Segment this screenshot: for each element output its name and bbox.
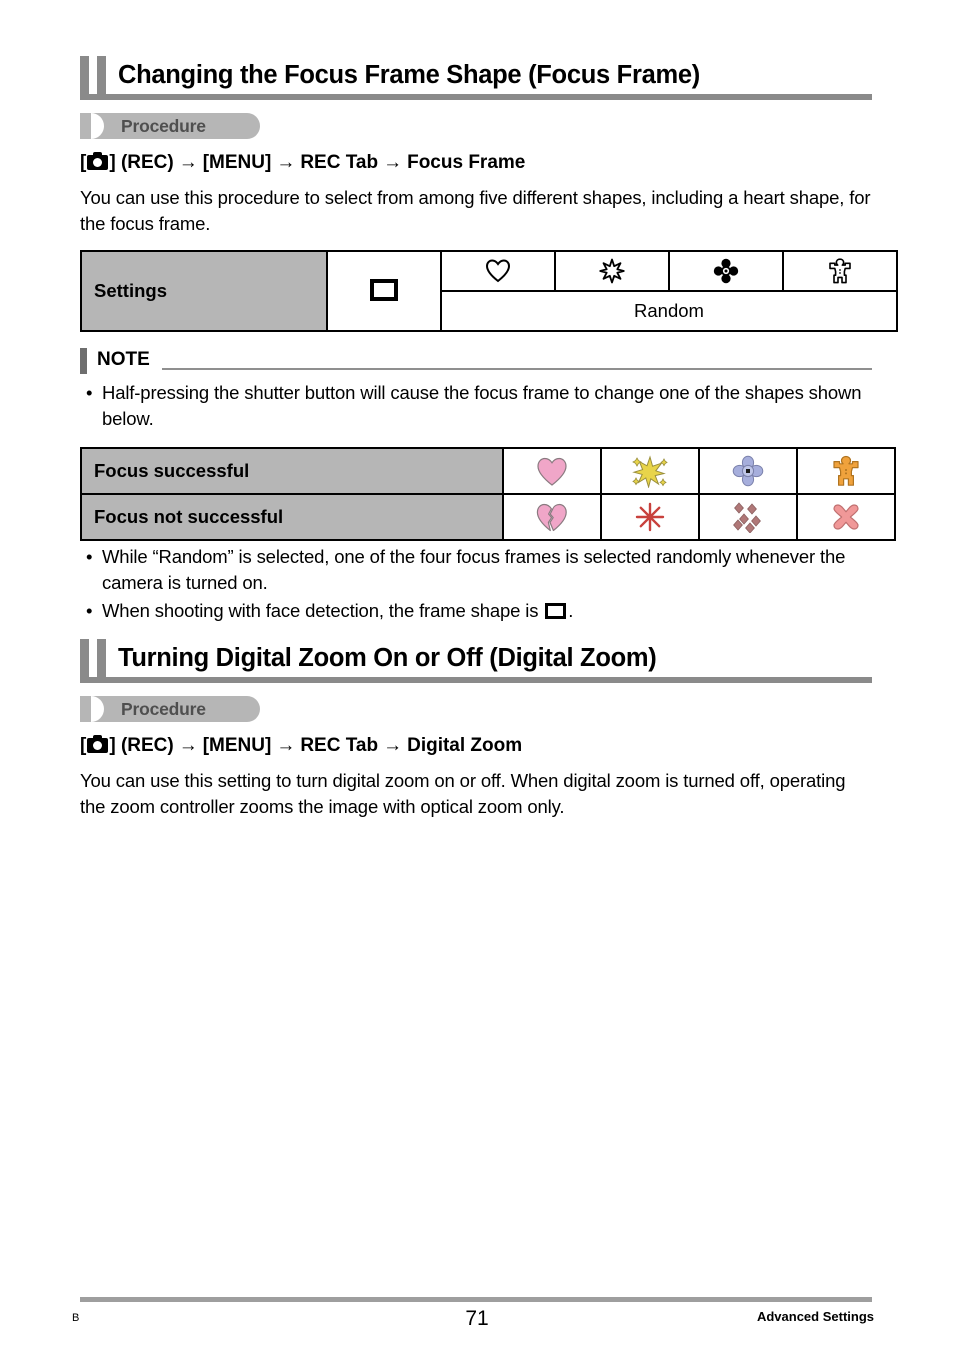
menu-label: [MENU] bbox=[202, 735, 272, 756]
rec-label: (REC) bbox=[120, 152, 174, 173]
camera-icon bbox=[87, 735, 109, 753]
note-accent-bar bbox=[80, 348, 87, 374]
arrow-icon: → bbox=[276, 735, 296, 756]
focus-frame-bracket-icon bbox=[370, 278, 398, 301]
shape-cell-heart bbox=[440, 250, 556, 292]
rec-label: (REC) bbox=[120, 735, 174, 756]
random-cell: Random bbox=[440, 290, 898, 332]
section-body-1: You can use this procedure to select fro… bbox=[80, 187, 871, 234]
focus-result-table: Focus successful Focus not successful bbox=[80, 447, 896, 541]
note-bullet-text: Half-pressing the shutter button will ca… bbox=[102, 382, 862, 429]
menu-label: [MENU] bbox=[202, 152, 272, 173]
sparkle-gold-icon bbox=[632, 455, 668, 488]
flower-blue-icon bbox=[732, 455, 764, 487]
bullet-text: When shooting with face detection, the f… bbox=[102, 600, 544, 621]
focus-successful-label: Focus successful bbox=[80, 447, 504, 495]
arrow-icon: → bbox=[383, 152, 403, 173]
flower-outline-icon bbox=[713, 258, 739, 284]
list-item: While “Random” is selected, one of the f… bbox=[80, 544, 880, 596]
burst-red-icon bbox=[635, 502, 665, 532]
icon-cell-sparkle-gold bbox=[600, 447, 700, 495]
icon-cell-cross-pink bbox=[796, 493, 896, 541]
icon-cell-broken-heart bbox=[502, 493, 602, 541]
heart-pink-icon bbox=[537, 457, 567, 486]
procedure-badge-1: Procedure bbox=[80, 113, 260, 139]
note-block: NOTE bbox=[80, 348, 872, 376]
icon-cell-flower-blue bbox=[698, 447, 798, 495]
bracket-open: [ bbox=[80, 735, 87, 756]
icon-cell-gingerbread-orange bbox=[796, 447, 896, 495]
cross-pink-icon bbox=[833, 504, 859, 530]
shape-cell-sparkle bbox=[554, 250, 670, 292]
bracket-close: ] bbox=[109, 152, 116, 173]
icon-cell-burst-red bbox=[600, 493, 700, 541]
arrow-icon: → bbox=[178, 152, 198, 173]
bracket-close: ] bbox=[109, 735, 116, 756]
document-page: Changing the Focus Frame Shape (Focus Fr… bbox=[0, 0, 954, 1357]
procedure-path-2: [] (REC) → [MENU] → REC Tab → Digital Zoom bbox=[80, 734, 522, 758]
icon-cell-heart-pink bbox=[502, 447, 602, 495]
broken-heart-icon bbox=[536, 503, 567, 531]
icon-cell-scattered-petals bbox=[698, 493, 798, 541]
note-label: NOTE bbox=[97, 349, 150, 370]
procedure-badge-2: Procedure bbox=[80, 696, 260, 722]
shape-cell-gingerbread bbox=[782, 250, 898, 292]
heart-outline-icon bbox=[485, 259, 511, 283]
focus-not-successful-label: Focus not successful bbox=[80, 493, 504, 541]
menu-item-label: Focus Frame bbox=[407, 152, 526, 173]
list-item: When shooting with face detection, the f… bbox=[80, 598, 880, 624]
page-title: Changing the Focus Frame Shape (Focus Fr… bbox=[118, 61, 700, 89]
focus-frame-bracket-icon bbox=[545, 603, 567, 619]
rec-tab-label: REC Tab bbox=[300, 152, 379, 173]
focus-frame-bullets: While “Random” is selected, one of the f… bbox=[80, 544, 880, 626]
shape-cell-flower bbox=[668, 250, 784, 292]
settings-row-label: Settings bbox=[80, 250, 328, 332]
menu-item-label: Digital Zoom bbox=[407, 735, 523, 756]
note-rule bbox=[162, 368, 872, 370]
procedure-label: Procedure bbox=[121, 699, 206, 719]
procedure-label: Procedure bbox=[121, 116, 206, 136]
settings-table: Settings Random bbox=[80, 250, 898, 332]
table-row: Focus not successful bbox=[80, 493, 896, 541]
scattered-petals-icon bbox=[733, 502, 761, 533]
camera-icon bbox=[87, 152, 109, 170]
heading-accent-bars bbox=[80, 639, 114, 677]
bullet-text-tail: . bbox=[568, 600, 574, 621]
gingerbread-orange-icon bbox=[833, 455, 859, 486]
heading-accent-bars bbox=[80, 56, 114, 94]
bracket-open: [ bbox=[80, 152, 87, 173]
heading-rule bbox=[80, 677, 872, 683]
arrow-icon: → bbox=[178, 735, 198, 756]
procedure-path-1: [] (REC) → [MENU] → REC Tab → Focus Frame bbox=[80, 151, 525, 175]
bullet-text: While “Random” is selected, one of the f… bbox=[102, 546, 846, 593]
table-row: Focus successful bbox=[80, 447, 896, 495]
table-row: Settings bbox=[80, 250, 898, 332]
sparkle-outline-icon bbox=[599, 258, 625, 284]
arrow-icon: → bbox=[383, 735, 403, 756]
list-item: Half-pressing the shutter button will ca… bbox=[80, 380, 880, 432]
rec-tab-label: REC Tab bbox=[300, 735, 379, 756]
page-title-2: Turning Digital Zoom On or Off (Digital … bbox=[118, 644, 657, 672]
section-body-2: You can use this setting to turn digital… bbox=[80, 770, 846, 817]
footer-rule bbox=[80, 1297, 872, 1302]
heading-rule bbox=[80, 94, 872, 100]
footer-chapter-label: Advanced Settings bbox=[756, 1309, 874, 1324]
gingerbread-outline-icon bbox=[829, 258, 851, 284]
note-bullet-list: Half-pressing the shutter button will ca… bbox=[80, 380, 880, 434]
settings-bracket-cell bbox=[326, 250, 442, 332]
arrow-icon: → bbox=[276, 152, 296, 173]
